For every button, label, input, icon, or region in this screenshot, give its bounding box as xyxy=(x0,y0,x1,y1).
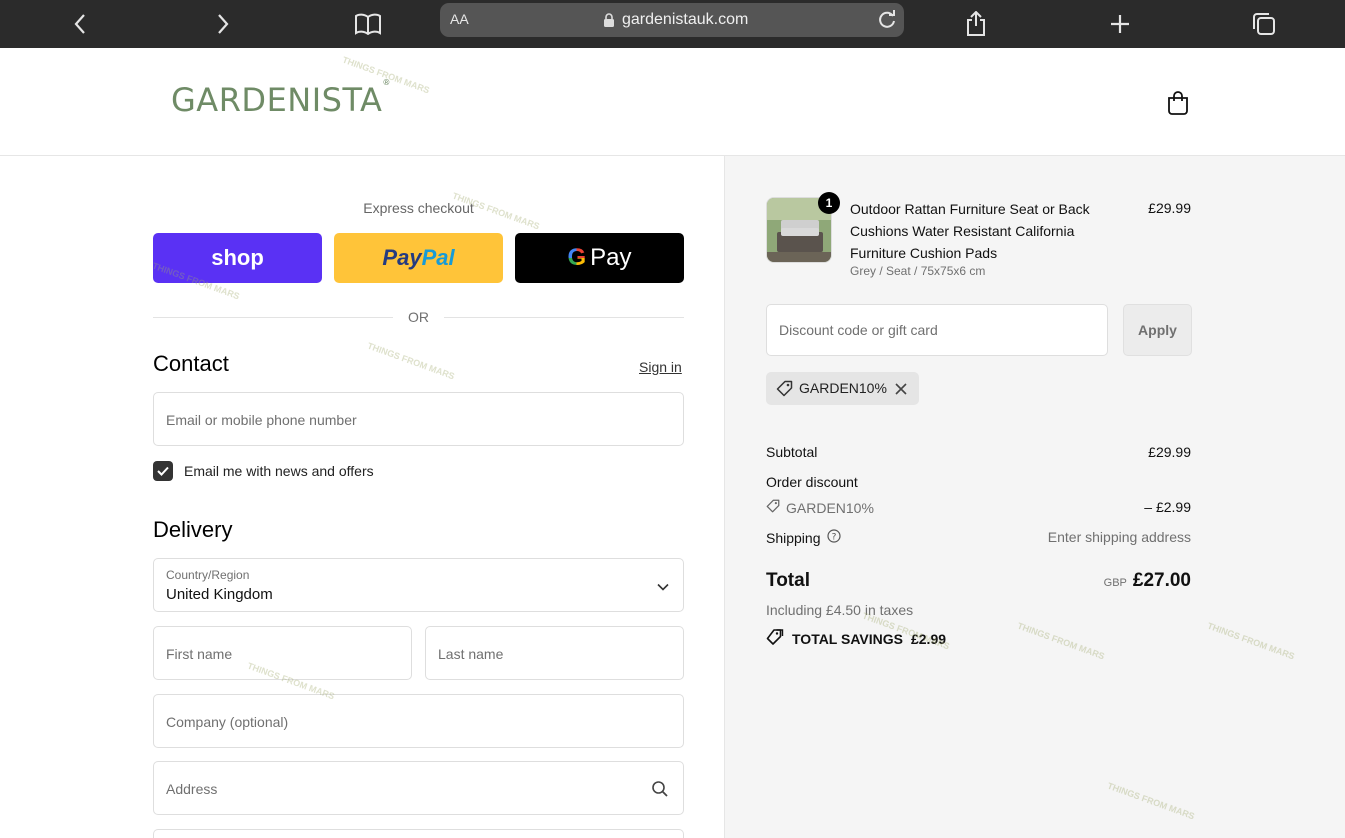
watermark: THINGS FROM MARS xyxy=(1206,620,1296,662)
lock-icon xyxy=(603,13,615,32)
new-tab-icon[interactable] xyxy=(1104,8,1136,40)
share-icon[interactable] xyxy=(960,8,992,40)
remove-discount-icon[interactable] xyxy=(895,382,907,400)
last-name-field[interactable]: Last name xyxy=(425,626,684,680)
reader-text-size[interactable]: AA xyxy=(450,11,469,27)
google-pay-button[interactable]: G Pay xyxy=(515,233,684,283)
taxes-note: Including £4.50 in taxes xyxy=(766,602,914,618)
address-bar[interactable]: AA gardenistauk.com xyxy=(440,3,904,37)
browser-toolbar: AA gardenistauk.com xyxy=(0,0,1345,48)
url-text: gardenistauk.com xyxy=(622,11,749,28)
savings-tag-icon xyxy=(766,628,784,649)
cart-bag-icon[interactable] xyxy=(1166,90,1190,121)
shipping-label: Shipping ? xyxy=(766,529,841,546)
subtotal-label: Subtotal xyxy=(766,444,818,460)
checkout-form: Express checkout shop Pay Pal G Pay OR Con… xyxy=(0,55,724,838)
address-field[interactable]: Address xyxy=(153,761,684,815)
quantity-badge: 1 xyxy=(818,192,840,214)
store-logo[interactable]: GARDENISTA® xyxy=(171,78,391,119)
apply-button[interactable]: Apply xyxy=(1123,304,1192,356)
total-value: GBP £27.00 xyxy=(1103,570,1191,591)
company-field[interactable]: Company (optional) xyxy=(153,694,684,748)
news-checkbox[interactable] xyxy=(153,461,173,481)
applied-discount-chip: GARDEN10% xyxy=(766,372,919,405)
tag-icon xyxy=(776,380,793,402)
tabs-overview-icon[interactable] xyxy=(1248,8,1280,40)
watermark: THINGS FROM MARS xyxy=(366,340,456,382)
product-name: Outdoor Rattan Furniture Seat or Back Cu… xyxy=(850,201,1090,261)
total-label: Total xyxy=(766,570,810,591)
order-summary: 1 Outdoor Rattan Furniture Seat or Back … xyxy=(724,156,1345,838)
discount-code-input[interactable]: Discount code or gift card xyxy=(766,304,1108,356)
subtotal-value: £29.99 xyxy=(1148,444,1191,460)
shipping-value: Enter shipping address xyxy=(1047,529,1191,545)
google-g-icon: G xyxy=(567,244,587,271)
svg-text:?: ? xyxy=(831,533,836,543)
store-header: GARDENISTA® xyxy=(0,48,1345,156)
contact-title: Contact xyxy=(153,351,229,376)
discount-code-line: GARDEN10% xyxy=(766,499,874,516)
watermark: THINGS FROM MARS xyxy=(1106,780,1196,822)
reload-icon[interactable] xyxy=(876,9,898,36)
currency-code: GBP xyxy=(1103,577,1127,589)
discount-value: – £2.99 xyxy=(1144,499,1191,515)
search-icon xyxy=(651,780,669,803)
product-variant: Grey / Seat / 75x75x6 cm xyxy=(850,264,986,278)
express-checkout-title: Express checkout xyxy=(363,200,474,216)
delivery-title: Delivery xyxy=(153,517,233,542)
or-divider: OR xyxy=(153,308,684,326)
paypal-button[interactable]: Pay Pal xyxy=(334,233,503,283)
chevron-down-icon xyxy=(657,578,669,596)
order-discount-label: Order discount xyxy=(766,474,858,490)
watermark: THINGS FROM MARS xyxy=(1016,620,1106,662)
forward-icon[interactable] xyxy=(207,8,239,40)
email-field[interactable]: Email or mobile phone number xyxy=(153,392,684,446)
country-select[interactable]: Country/Region United Kingdom xyxy=(153,558,684,612)
sign-in-link[interactable]: Sign in xyxy=(639,359,682,375)
back-icon[interactable] xyxy=(64,8,96,40)
product-price: £29.99 xyxy=(1148,200,1191,216)
bookmarks-icon[interactable] xyxy=(352,8,384,40)
news-checkbox-label[interactable]: Email me with news and offers xyxy=(184,463,374,479)
help-icon[interactable]: ? xyxy=(826,529,841,546)
apartment-field[interactable] xyxy=(153,829,684,838)
tag-icon xyxy=(766,499,780,516)
